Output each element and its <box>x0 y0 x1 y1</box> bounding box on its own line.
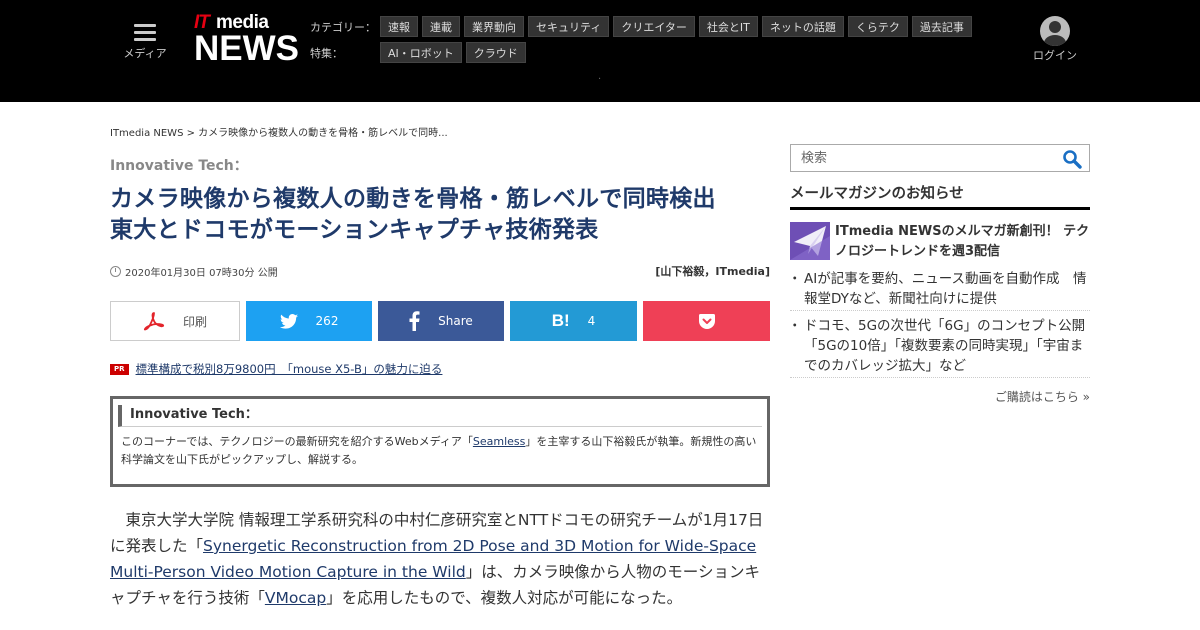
hatena-bookmark-icon: B! <box>551 311 570 330</box>
vmocap-link[interactable]: VMocap <box>265 589 326 607</box>
breadcrumb[interactable]: ITmedia NEWS > カメラ映像から複数人の動きを骨格・筋レベルで同時.… <box>110 124 448 139</box>
site-header: メディア IT media NEWS カテゴリー： 速報 連載 業界動向 セキュ… <box>0 0 1200 102</box>
category-caption: カテゴリー： <box>310 20 376 34</box>
mail-envelope-icon[interactable] <box>790 222 830 260</box>
twitter-count: 262 <box>315 314 339 328</box>
facebook-icon <box>409 311 420 331</box>
pr-ad-link[interactable]: PR 標準構成で税別8万9800円 「mouse X5-B」の魅力に迫る <box>110 361 442 377</box>
subscribe-link[interactable]: ご購読はこちら » <box>990 388 1090 405</box>
title-line-1: カメラ映像から複数人の動きを骨格・筋レベルで同時検出 <box>110 186 716 212</box>
feature-caption: 特集： <box>310 46 343 60</box>
feature-cloud[interactable]: クラウド <box>465 42 526 63</box>
decorative-dot: · <box>598 74 602 85</box>
media-menu-button[interactable]: メディア <box>118 20 172 61</box>
twitter-icon <box>279 313 298 329</box>
publish-date-text: 2020年01月30日 07時30分 公開 <box>125 268 278 279</box>
category-kuratech[interactable]: くらテク <box>847 16 908 37</box>
twitter-share-button[interactable]: 262 <box>246 301 372 341</box>
search-icon[interactable] <box>1062 149 1082 169</box>
clock-icon <box>110 266 121 277</box>
category-net-topics[interactable]: ネットの話題 <box>761 16 844 37</box>
mailmag-heading: メールマガジンのお知らせ <box>790 182 1090 210</box>
category-nav: カテゴリー： 速報 連載 業界動向 セキュリティ クリエイター 社会とIT ネッ… <box>310 16 976 37</box>
title-line-2: 東大とドコモがモーションキャプチャ技術発表 <box>110 217 599 243</box>
pr-badge: PR <box>110 363 129 375</box>
info-box-text: このコーナーでは、テクノロジーの最新研究を紹介するWebメディア「Seamles… <box>121 435 757 466</box>
category-creator[interactable]: クリエイター <box>613 16 695 37</box>
pocket-icon <box>698 313 715 329</box>
article-title: カメラ映像から複数人の動きを骨格・筋レベルで同時検出 東大とドコモがモーションキ… <box>110 184 770 246</box>
hamburger-icon <box>134 24 156 41</box>
pdf-icon <box>143 311 165 331</box>
print-label: 印刷 <box>182 314 207 329</box>
category-industry[interactable]: 業界動向 <box>464 16 524 37</box>
hatena-count: 4 <box>587 314 596 328</box>
mailmag-title-link[interactable]: ITmedia NEWSのメルマガ新創刊！ テクノロジートレンドを週3配信 <box>835 222 1090 262</box>
category-archive[interactable]: 過去記事 <box>911 16 972 37</box>
article-body: 東京大学大学院 情報理工学系研究科の中村仁彦研究室とNTTドコモの研究チームが1… <box>110 511 764 607</box>
sidebar-news-item[interactable]: ドコモ、5Gの次世代「6G」のコンセプト公開 「5Gの10倍」「複数要素の同時実… <box>788 316 1099 378</box>
publish-date: 2020年01月30日 07時30分 公開 <box>110 264 278 279</box>
series-info-box: Innovative Tech： このコーナーでは、テクノロジーの最新研究を紹介… <box>110 396 770 487</box>
facebook-share-button[interactable]: Share <box>378 301 504 341</box>
feature-nav: 特集： AI・ロボット クラウド <box>310 42 530 63</box>
print-button[interactable]: 印刷 <box>110 301 240 341</box>
category-breaking[interactable]: 速報 <box>380 16 418 37</box>
category-security[interactable]: セキュリティ <box>528 16 610 37</box>
series-label: Innovative Tech： <box>110 158 248 174</box>
itmedia-news-logo[interactable]: IT media NEWS <box>194 12 299 72</box>
category-society-it[interactable]: 社会とIT <box>698 16 758 37</box>
category-series[interactable]: 連載 <box>422 16 460 37</box>
search-input[interactable] <box>790 144 1090 172</box>
login-label: ログイン <box>1033 49 1077 62</box>
facebook-share-label: Share <box>438 314 473 328</box>
info-box-title: Innovative Tech： <box>118 405 762 427</box>
hatena-bookmark-button[interactable]: B! 4 <box>510 301 637 341</box>
login-button[interactable]: ログイン <box>1030 16 1080 63</box>
sidebar-news-item[interactable]: AIが記事を要約、ニュース動画を自動作成 情報堂DYなど、新聞社向けに提供 <box>788 269 1090 311</box>
feature-ai-robot[interactable]: AI・ロボット <box>380 42 462 63</box>
seamless-link[interactable]: Seamless <box>473 435 526 448</box>
media-menu-label: メディア <box>123 47 167 60</box>
user-avatar-icon <box>1040 16 1070 46</box>
author-byline: [山下裕毅，ITmedia] <box>655 265 770 278</box>
pocket-button[interactable] <box>643 301 770 341</box>
pr-link-text[interactable]: 標準構成で税別8万9800円 「mouse X5-B」の魅力に迫る <box>136 361 443 377</box>
